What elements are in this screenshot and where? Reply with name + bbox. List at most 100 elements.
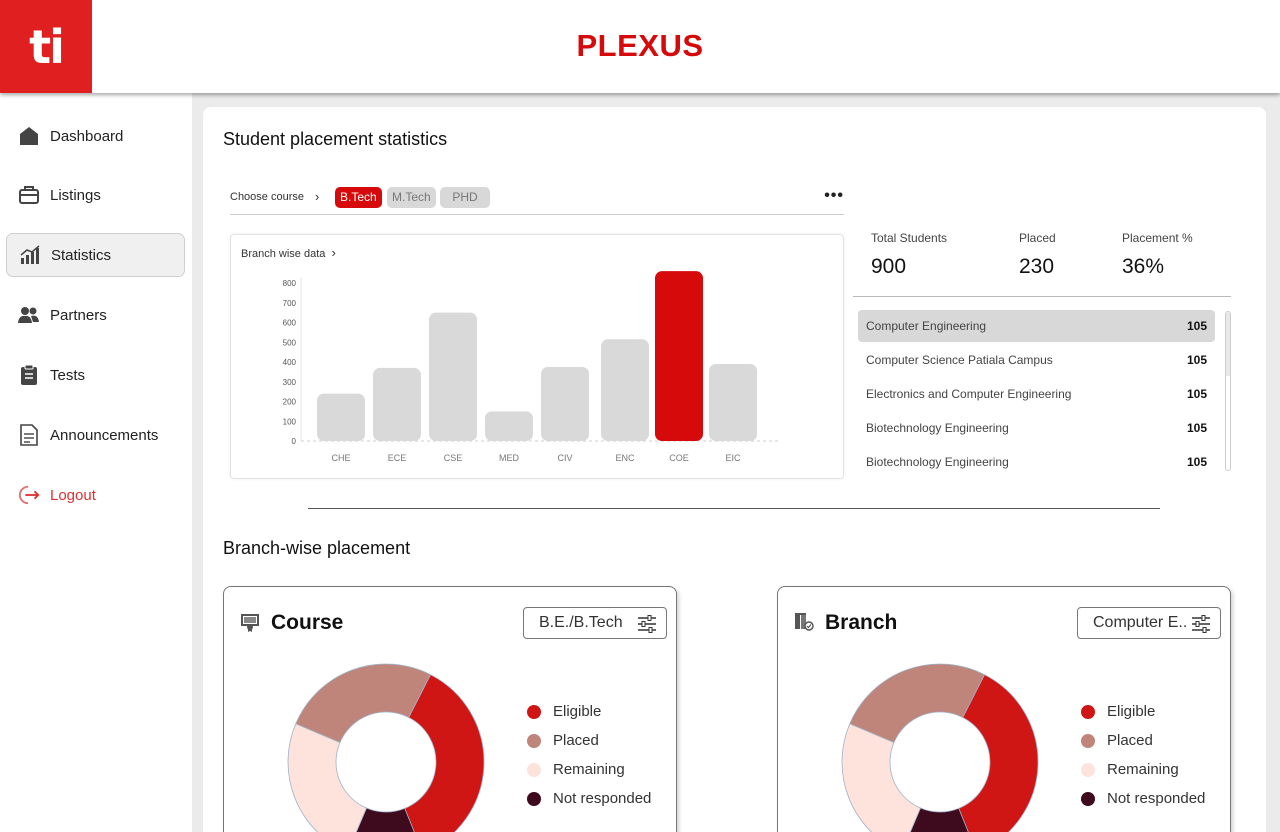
legend-label: Remaining: [1107, 761, 1179, 778]
main-content: Student placement statistics Choose cour…: [203, 107, 1266, 832]
certificate-icon: [240, 612, 260, 632]
bar-eic: [709, 363, 757, 441]
branch-placement-card: Branch Computer E.. Eligible Placed Rema…: [777, 586, 1231, 832]
bar-che: [317, 393, 365, 441]
donut-slice-remaining: [841, 723, 921, 832]
sidebar-item-listings[interactable]: Listings: [6, 173, 185, 217]
stat-label-placed: Placed: [1019, 231, 1056, 245]
y-tick-label: 800: [283, 279, 297, 288]
document-icon: [18, 424, 40, 446]
branch-row[interactable]: Computer Science Patiala Campus 105: [858, 344, 1215, 376]
bar-coe: [655, 271, 703, 441]
donut-slice-placed: [295, 663, 432, 743]
branch-donut-chart: [841, 663, 1039, 832]
sidebar-item-label: Statistics: [51, 246, 112, 264]
sidebar-item-label: Dashboard: [50, 127, 124, 145]
sidebar-item-dashboard[interactable]: Dashboard: [6, 114, 185, 158]
x-tick-label: EIC: [725, 453, 741, 463]
x-tick-label: CSE: [444, 453, 463, 463]
legend-item-eligible: Eligible: [527, 703, 601, 720]
legend-label: Eligible: [553, 703, 602, 720]
legend-label: Not responded: [553, 790, 652, 807]
course-pill-btech[interactable]: B.Tech: [335, 187, 382, 208]
legend-item-placed: Placed: [1081, 732, 1153, 749]
sidebar-item-label: Announcements: [50, 426, 159, 444]
sidebar-item-label: Partners: [50, 306, 107, 324]
stat-value-percent: 36%: [1122, 255, 1165, 278]
scrollbar-thumb[interactable]: [1226, 312, 1230, 376]
x-tick-label: MED: [499, 453, 520, 463]
legend-item-not-responded: Not responded: [527, 790, 651, 807]
legend-item-placed: Placed: [527, 732, 599, 749]
branch-row[interactable]: Biotechnology Engineering 105: [858, 446, 1215, 478]
branch-name: Electronics and Computer Engineering: [866, 387, 1072, 401]
y-tick-label: 200: [283, 398, 297, 407]
card-title: Course: [271, 611, 344, 634]
stat-value-total: 900: [871, 255, 907, 278]
sidebar-item-logout[interactable]: Logout: [6, 473, 185, 517]
branch-count: 105: [1186, 387, 1207, 401]
course-chooser: Choose course › B.Tech M.Tech PHD •••: [230, 187, 844, 215]
donut-slice-remaining: [287, 723, 367, 832]
legend-label: Placed: [553, 732, 599, 749]
sidebar-item-tests[interactable]: Tests: [6, 353, 185, 397]
filter-value: Computer E..: [1093, 614, 1188, 631]
divider: [308, 508, 1160, 509]
home-icon: [18, 125, 40, 147]
y-tick-label: 600: [283, 319, 297, 328]
bar-chart-icon: [19, 244, 41, 266]
branch-icon: [794, 612, 814, 632]
stat-value-placed: 230: [1019, 255, 1055, 278]
legend-item-remaining: Remaining: [1081, 761, 1179, 778]
legend-swatch: [527, 762, 541, 777]
more-options-icon[interactable]: •••: [824, 187, 844, 205]
branch-chart-card: Branch wise data › 0 100 200 300 400 500 600 70…: [230, 234, 844, 479]
branch-count: 105: [1186, 319, 1207, 333]
branch-row[interactable]: Electronics and Computer Engineering 105: [858, 378, 1215, 410]
legend-item-remaining: Remaining: [527, 761, 625, 778]
stat-label-total: Total Students: [871, 231, 948, 245]
course-pill-phd[interactable]: PHD: [440, 187, 490, 208]
sliders-icon: [1191, 614, 1211, 639]
bar-civ: [541, 366, 589, 441]
y-tick-label: 300: [283, 378, 297, 387]
bar-enc: [601, 339, 649, 441]
legend-swatch: [1081, 733, 1095, 748]
x-tick-label: ECE: [388, 453, 407, 463]
course-filter-dropdown[interactable]: B.E./B.Tech: [523, 607, 667, 639]
choose-course-label: Choose course: [230, 191, 304, 203]
sidebar: Dashboard Listings Statistics Partners T…: [0, 93, 192, 832]
donut-slice-placed: [849, 663, 986, 743]
y-tick-label: 500: [283, 338, 297, 347]
x-tick-label: ENC: [615, 453, 635, 463]
branch-filter-dropdown[interactable]: Computer E..: [1077, 607, 1221, 639]
x-tick-label: COE: [669, 453, 689, 463]
branch-count: 105: [1186, 353, 1207, 367]
stat-label-percent: Placement %: [1122, 231, 1193, 245]
branch-list-scrollbar[interactable]: [1225, 311, 1231, 471]
legend-swatch: [527, 791, 541, 806]
bar-med: [485, 411, 533, 441]
branch-count: 105: [1186, 421, 1207, 435]
course-pill-mtech[interactable]: M.Tech: [387, 187, 436, 208]
branch-name: Computer Engineering: [866, 319, 987, 333]
sidebar-item-announcements[interactable]: Announcements: [6, 413, 185, 457]
legend-item-eligible: Eligible: [1081, 703, 1155, 720]
legend-swatch: [1081, 704, 1095, 719]
course-donut-chart: [287, 663, 485, 832]
legend-item-not-responded: Not responded: [1081, 790, 1205, 807]
bar-cse: [429, 312, 477, 441]
bar-ece: [373, 367, 421, 441]
chevron-right-icon: ›: [315, 189, 320, 204]
briefcase-icon: [18, 184, 40, 206]
legend-label: Remaining: [553, 761, 625, 778]
sidebar-item-label: Logout: [50, 486, 96, 504]
sidebar-item-partners[interactable]: Partners: [6, 293, 185, 337]
x-tick-label: CIV: [557, 453, 572, 463]
legend-label: Not responded: [1107, 790, 1206, 807]
branch-row[interactable]: Computer Engineering 105: [858, 310, 1215, 342]
sidebar-item-statistics[interactable]: Statistics: [6, 233, 185, 277]
card-title: Branch: [825, 611, 898, 634]
branch-list: Computer Engineering 105 Computer Science…: [858, 310, 1216, 476]
branch-row[interactable]: Biotechnology Engineering 105: [858, 412, 1215, 444]
